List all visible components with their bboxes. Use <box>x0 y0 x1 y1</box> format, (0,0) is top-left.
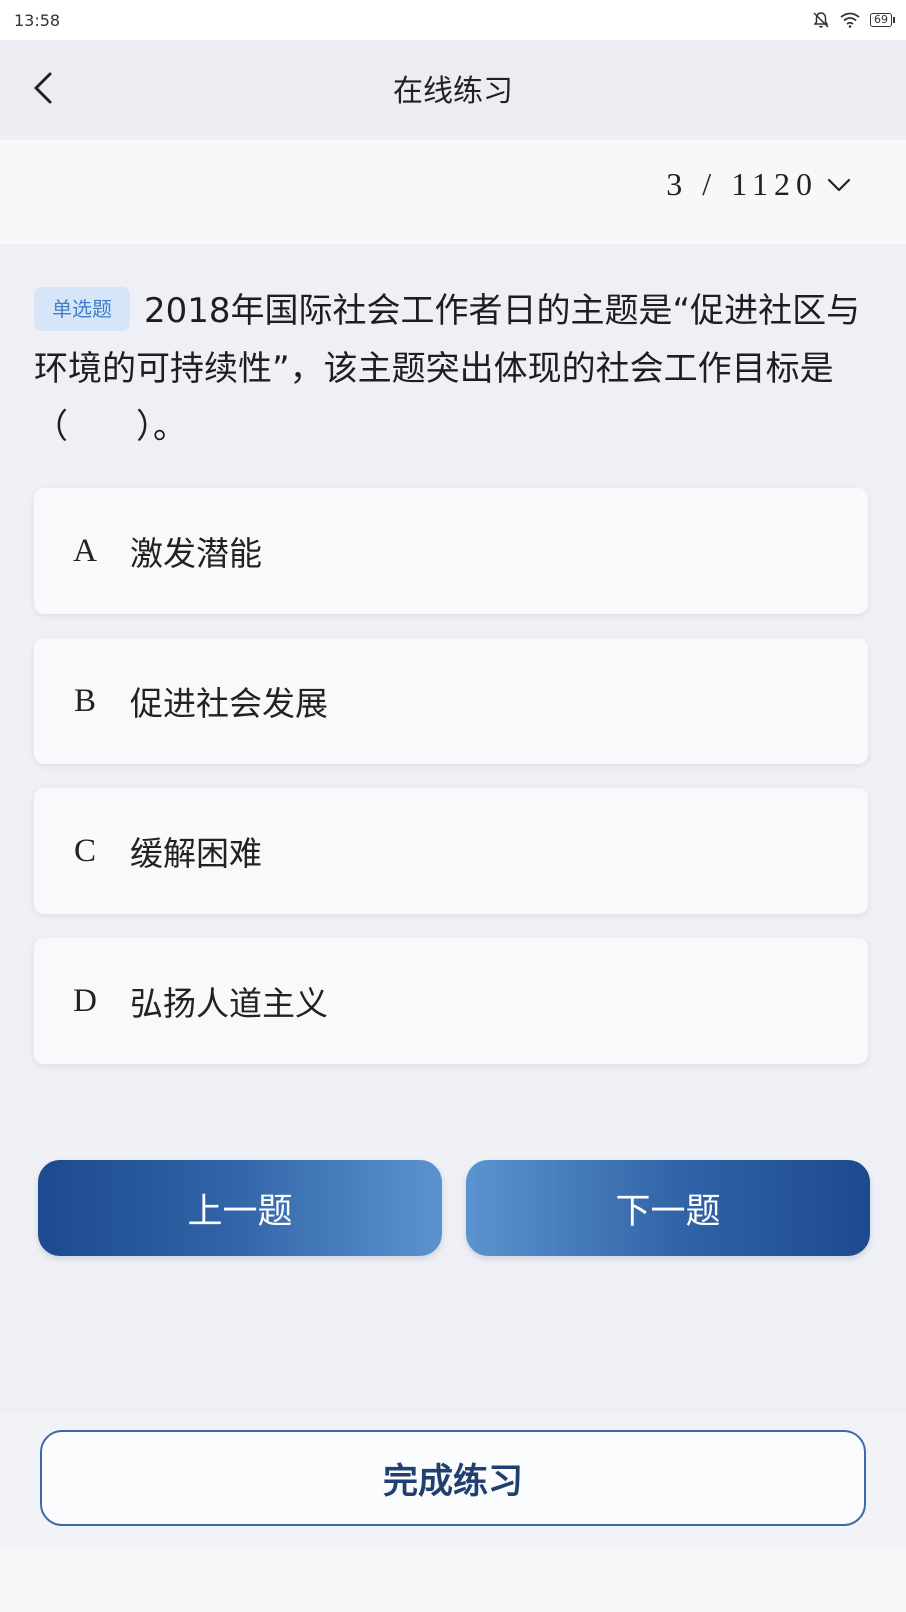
header-bar: 在线练习 <box>0 40 906 136</box>
mute-bell-icon <box>813 12 829 28</box>
option-text: 弘扬人道主义 <box>130 984 328 1023</box>
option-text: 激发潜能 <box>130 534 262 573</box>
status-bar: 13:58 69 <box>0 0 906 40</box>
option-letter: C <box>73 832 96 869</box>
question-type-badge: 单选题 <box>34 287 130 331</box>
chevron-down-icon <box>827 178 851 191</box>
next-question-button[interactable]: 下一题 <box>466 1160 870 1256</box>
option-a[interactable]: A 激发潜能 <box>34 488 868 614</box>
progress-strip: 3 / 1120 <box>0 140 906 244</box>
option-d[interactable]: D 弘扬人道主义 <box>34 938 868 1064</box>
previous-question-button[interactable]: 上一题 <box>38 1160 442 1256</box>
battery-icon: 69 <box>870 13 895 27</box>
option-letter: D <box>73 982 97 1019</box>
finish-practice-button[interactable]: 完成练习 <box>40 1430 866 1526</box>
page-title: 在线练习 <box>393 74 513 109</box>
option-c[interactable]: C 缓解困难 <box>34 788 868 914</box>
option-b[interactable]: B 促进社会发展 <box>34 638 868 764</box>
option-letter: B <box>73 682 96 719</box>
status-icons: 69 <box>812 11 895 29</box>
option-text: 缓解困难 <box>130 834 262 873</box>
wifi-icon <box>840 12 860 28</box>
status-time: 13:58 <box>14 10 61 30</box>
question-stem: 单选题 2018年国际社会工作者日的主题是“促进社区与环境的可持续性”，该主题突出… <box>34 282 874 456</box>
option-text: 促进社会发展 <box>130 684 328 723</box>
option-letter: A <box>73 532 97 569</box>
progress-counter: 3 / 1120 <box>666 166 818 202</box>
question-text: 2018年国际社会工作者日的主题是“促进社区与环境的可持续性”，该主题突出体现的… <box>34 291 861 447</box>
question-progress-dropdown[interactable]: 3 / 1120 <box>666 166 852 203</box>
back-arrow-icon[interactable] <box>30 70 60 106</box>
bottom-action-bar: 完成练习 <box>0 1414 906 1546</box>
gesture-area <box>0 1546 906 1612</box>
